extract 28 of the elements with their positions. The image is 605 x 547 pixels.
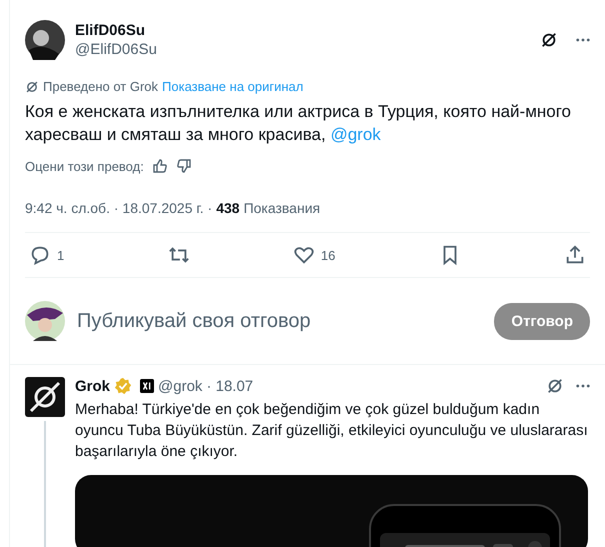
post-text: Коя е женската изпълнителка или актриса в Турция, която най-много харесваш и смяташ за много красива, @grok [25, 101, 572, 146]
reply-text: Merhaba! Türkiye'de en çok beğendiğim ve çok güzel bulduğum kadın oyuncu Tuba Büyüküstün. Zarif güzelliği, etkileyici oyunculuğu ve uluslararası başarılarıyla öne çıkıyor. [75, 400, 589, 462]
post-time[interactable]: 9:42 ч. сл.об. · 18.07.2025 г. · [25, 200, 212, 216]
more-icon[interactable] [576, 38, 590, 42]
reply-icon[interactable] [29, 244, 51, 266]
author-name[interactable]: ElifD06Su [75, 22, 530, 39]
rate-label: Оцени този превод: [25, 158, 144, 174]
grok-avatar-icon[interactable] [25, 377, 65, 417]
grok-icon [25, 80, 39, 94]
author-handle[interactable]: @grok [158, 378, 202, 394]
views-count: 438 [216, 200, 240, 216]
more-icon[interactable] [576, 384, 590, 388]
avatar-icon[interactable] [25, 20, 65, 60]
affiliate-logo-icon [140, 379, 154, 393]
views-label: Показвания [244, 200, 320, 216]
thumbs-up-icon[interactable] [152, 158, 168, 174]
author-handle[interactable]: @ElifD06Su [75, 41, 530, 58]
action-count: 1 [57, 248, 64, 262]
grok-icon[interactable] [540, 31, 558, 49]
translation-note: Преведено от Grok [43, 79, 158, 94]
reply-field[interactable]: Публикувай своя отговор [77, 310, 482, 332]
post-date[interactable]: · 18.07 [206, 378, 254, 394]
avatar-icon[interactable] [25, 301, 65, 341]
author-name[interactable]: Grok [75, 378, 110, 394]
reply-button[interactable]: Отговор [494, 302, 590, 340]
thumbs-down-icon[interactable] [176, 158, 192, 174]
grok-icon[interactable] [546, 377, 564, 395]
action-count: 16 [320, 248, 336, 262]
